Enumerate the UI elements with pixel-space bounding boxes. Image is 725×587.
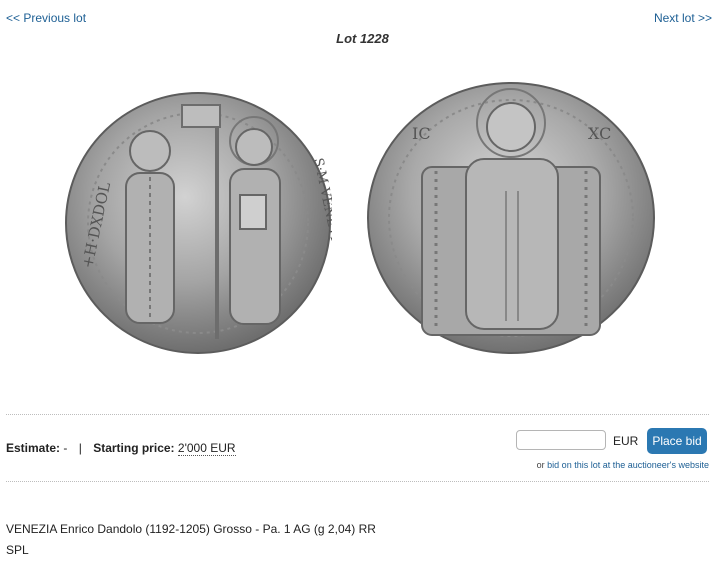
reverse-letters-right: XC: [588, 124, 611, 143]
previous-lot-link[interactable]: << Previous lot: [6, 11, 86, 25]
divider: [6, 481, 709, 482]
estimate-value: -: [63, 441, 68, 455]
place-bid-button[interactable]: Place bid: [647, 428, 707, 454]
next-lot-link[interactable]: Next lot >>: [654, 11, 712, 25]
price-line: Estimate: - | Starting price: 2'000 EUR: [6, 441, 236, 456]
lot-title: Lot 1228: [336, 31, 389, 46]
price-separator: |: [78, 441, 82, 455]
auctioneer-bid-prefix: or: [536, 460, 545, 470]
description-line: VENEZIA Enrico Dandolo (1192-1205) Gross…: [6, 522, 376, 536]
starting-price-label: Starting price:: [93, 441, 175, 455]
coin-reverse-icon[interactable]: IC XC: [366, 81, 656, 356]
auctioneer-bid-line: or bid on this lot at the auctioneer's w…: [537, 460, 709, 470]
bid-currency: EUR: [613, 434, 639, 448]
coin-obverse-icon[interactable]: +H·DXDOL S·M·VENETI: [64, 89, 332, 357]
grade-line: SPL: [6, 543, 29, 557]
bid-amount-input[interactable]: [516, 430, 606, 450]
divider: [6, 414, 709, 415]
starting-price-value: 2'000 EUR: [177, 441, 236, 456]
lot-description: VENEZIA Enrico Dandolo (1192-1205) Gross…: [6, 519, 376, 561]
estimate-label: Estimate:: [6, 441, 61, 455]
auctioneer-website-link[interactable]: bid on this lot at the auctioneer's webs…: [547, 460, 709, 470]
reverse-letters-left: IC: [412, 124, 431, 143]
